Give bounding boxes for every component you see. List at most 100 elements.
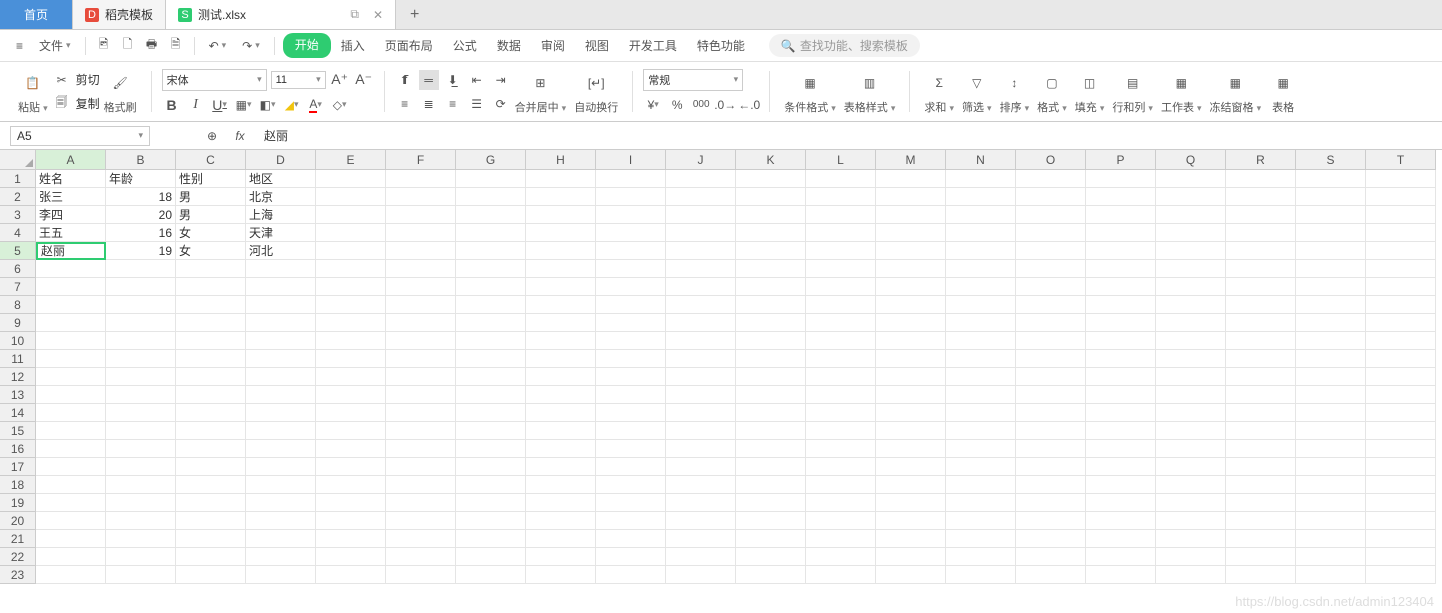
- cell[interactable]: [386, 494, 456, 512]
- cell[interactable]: [1086, 494, 1156, 512]
- cell[interactable]: [1156, 458, 1226, 476]
- column-header[interactable]: Q: [1156, 150, 1226, 170]
- align-center-icon[interactable]: ≣: [419, 94, 439, 114]
- cell[interactable]: 张三: [36, 188, 106, 206]
- cell[interactable]: [316, 188, 386, 206]
- cell[interactable]: [1296, 494, 1366, 512]
- cell[interactable]: [1086, 386, 1156, 404]
- cell[interactable]: [1086, 206, 1156, 224]
- cell[interactable]: [176, 314, 246, 332]
- cell[interactable]: [1366, 188, 1436, 206]
- cell[interactable]: [806, 188, 876, 206]
- cell[interactable]: [946, 476, 1016, 494]
- cell[interactable]: [946, 224, 1016, 242]
- cell[interactable]: [1366, 422, 1436, 440]
- align-bottom-icon[interactable]: ⬇̲: [443, 70, 463, 90]
- cell[interactable]: [1296, 332, 1366, 350]
- hamburger-icon[interactable]: ≡: [10, 35, 29, 57]
- cell[interactable]: [946, 440, 1016, 458]
- cell[interactable]: [596, 260, 666, 278]
- cell[interactable]: [386, 512, 456, 530]
- name-box[interactable]: A5▾: [10, 126, 150, 146]
- cell[interactable]: [316, 548, 386, 566]
- cell[interactable]: [736, 386, 806, 404]
- column-header[interactable]: R: [1226, 150, 1296, 170]
- cell[interactable]: [456, 350, 526, 368]
- cell[interactable]: [666, 386, 736, 404]
- cell[interactable]: [736, 278, 806, 296]
- cell[interactable]: [1296, 404, 1366, 422]
- cell[interactable]: [246, 548, 316, 566]
- cell[interactable]: [1366, 242, 1436, 260]
- format-painter-button[interactable]: 🖌 格式刷: [100, 69, 141, 115]
- formula-input[interactable]: 赵丽: [258, 125, 1442, 146]
- cell[interactable]: [946, 170, 1016, 188]
- cell[interactable]: [106, 530, 176, 548]
- cell[interactable]: [946, 206, 1016, 224]
- cell[interactable]: [1226, 188, 1296, 206]
- cell[interactable]: [1366, 476, 1436, 494]
- cell[interactable]: [1366, 350, 1436, 368]
- cell[interactable]: [1016, 512, 1086, 530]
- cell[interactable]: [106, 332, 176, 350]
- cell[interactable]: [1016, 548, 1086, 566]
- cell[interactable]: [1016, 206, 1086, 224]
- cell[interactable]: [1016, 296, 1086, 314]
- cell[interactable]: [666, 188, 736, 206]
- cell[interactable]: [876, 350, 946, 368]
- cell[interactable]: [456, 260, 526, 278]
- tab-home[interactable]: 首页: [0, 0, 73, 29]
- cell[interactable]: 18: [106, 188, 176, 206]
- cell[interactable]: [456, 530, 526, 548]
- cell[interactable]: [736, 494, 806, 512]
- cell[interactable]: [1226, 278, 1296, 296]
- row-header[interactable]: 11: [0, 350, 36, 368]
- cell[interactable]: [526, 314, 596, 332]
- cell[interactable]: [946, 512, 1016, 530]
- column-header[interactable]: S: [1296, 150, 1366, 170]
- cell[interactable]: [1226, 368, 1296, 386]
- cell[interactable]: [596, 530, 666, 548]
- column-header[interactable]: B: [106, 150, 176, 170]
- cell[interactable]: [876, 476, 946, 494]
- cell[interactable]: [1296, 512, 1366, 530]
- cell[interactable]: [246, 512, 316, 530]
- filter-button[interactable]: ▽筛选 ▾: [958, 69, 996, 115]
- cell[interactable]: [806, 530, 876, 548]
- cell[interactable]: 女: [176, 224, 246, 242]
- cell[interactable]: 河北: [246, 242, 316, 260]
- cell[interactable]: [736, 350, 806, 368]
- cell[interactable]: [246, 350, 316, 368]
- cell[interactable]: [176, 260, 246, 278]
- column-header[interactable]: P: [1086, 150, 1156, 170]
- cell[interactable]: [1016, 566, 1086, 584]
- cell[interactable]: [1366, 548, 1436, 566]
- font-color-button[interactable]: A ▾: [306, 95, 326, 115]
- cell[interactable]: [736, 188, 806, 206]
- cell[interactable]: [1296, 278, 1366, 296]
- cell[interactable]: [526, 296, 596, 314]
- cell[interactable]: [1086, 224, 1156, 242]
- menu-item-3[interactable]: 公式: [443, 33, 487, 58]
- italic-button[interactable]: I: [186, 95, 206, 115]
- cell[interactable]: [666, 512, 736, 530]
- cell[interactable]: [806, 566, 876, 584]
- align-top-icon[interactable]: ⬆̄: [395, 70, 415, 90]
- cell[interactable]: [946, 314, 1016, 332]
- cell[interactable]: [526, 350, 596, 368]
- cell[interactable]: [106, 260, 176, 278]
- cell[interactable]: [1296, 422, 1366, 440]
- fill-button[interactable]: ◫填充 ▾: [1071, 69, 1109, 115]
- format-button[interactable]: ▢格式 ▾: [1033, 69, 1071, 115]
- cell[interactable]: [946, 566, 1016, 584]
- cell[interactable]: [176, 368, 246, 386]
- cell[interactable]: [1086, 170, 1156, 188]
- cell[interactable]: [1366, 296, 1436, 314]
- cell[interactable]: [456, 188, 526, 206]
- cell[interactable]: [946, 296, 1016, 314]
- align-left-icon[interactable]: ≡: [395, 94, 415, 114]
- cell[interactable]: [1086, 296, 1156, 314]
- cell[interactable]: [666, 278, 736, 296]
- cell[interactable]: [1156, 278, 1226, 296]
- cell[interactable]: [526, 512, 596, 530]
